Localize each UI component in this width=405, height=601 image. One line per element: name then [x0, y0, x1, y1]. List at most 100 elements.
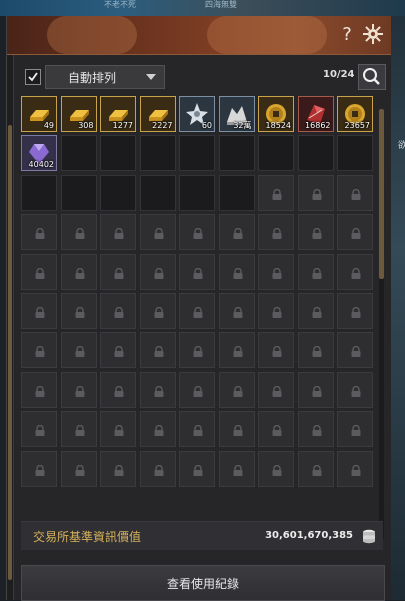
inventory-item-slot[interactable]: 23657 [337, 96, 373, 132]
locked-slot[interactable] [179, 214, 215, 251]
locked-slot[interactable] [297, 214, 334, 251]
help-button[interactable]: ? [337, 24, 357, 46]
locked-slot[interactable] [297, 411, 334, 448]
locked-slot[interactable] [100, 214, 136, 251]
locked-slot[interactable] [21, 371, 57, 408]
locked-slot[interactable] [60, 214, 97, 251]
empty-slot[interactable] [60, 174, 97, 211]
inventory-scrollbar[interactable] [379, 109, 384, 539]
scrollbar-thumb[interactable] [379, 109, 384, 279]
locked-slot[interactable] [139, 253, 176, 290]
locked-slot[interactable] [179, 292, 215, 329]
locked-slot[interactable] [258, 450, 294, 487]
locked-slot[interactable] [60, 411, 97, 448]
locked-slot[interactable] [21, 292, 57, 329]
locked-slot[interactable] [258, 332, 294, 369]
locked-slot[interactable] [179, 450, 215, 487]
locked-slot[interactable] [218, 253, 255, 290]
empty-slot[interactable] [337, 135, 373, 172]
inventory-item-slot[interactable]: 2227 [139, 96, 176, 132]
locked-slot[interactable] [21, 450, 57, 487]
locked-slot[interactable] [100, 411, 136, 448]
inventory-item-slot[interactable]: 32萬 [218, 96, 255, 132]
empty-slot[interactable] [218, 135, 255, 172]
inventory-item-slot[interactable]: 49 [21, 96, 57, 132]
locked-slot[interactable] [337, 214, 373, 251]
locked-slot[interactable] [100, 292, 136, 329]
locked-slot[interactable] [139, 371, 176, 408]
locked-slot[interactable] [21, 214, 57, 251]
locked-slot[interactable] [337, 253, 373, 290]
locked-slot[interactable] [337, 332, 373, 369]
auto-sort-checkbox[interactable] [25, 69, 41, 85]
empty-slot[interactable] [139, 174, 176, 211]
empty-slot[interactable] [100, 174, 136, 211]
locked-slot[interactable] [100, 253, 136, 290]
locked-slot[interactable] [100, 450, 136, 487]
empty-slot[interactable] [218, 174, 255, 211]
locked-slot[interactable] [297, 332, 334, 369]
empty-slot[interactable] [21, 174, 57, 211]
inventory-item-slot[interactable]: 1277 [100, 96, 136, 132]
locked-slot[interactable] [179, 411, 215, 448]
inventory-item-slot[interactable]: 16862 [297, 96, 334, 132]
locked-slot[interactable] [218, 450, 255, 487]
left-scrollbar[interactable] [7, 55, 14, 600]
empty-slot[interactable] [100, 135, 136, 172]
inventory-item-slot[interactable]: 308 [60, 96, 97, 132]
empty-slot[interactable] [60, 135, 97, 172]
search-button[interactable] [358, 64, 386, 90]
locked-slot[interactable] [21, 332, 57, 369]
locked-slot[interactable] [218, 292, 255, 329]
locked-slot[interactable] [60, 332, 97, 369]
locked-slot[interactable] [139, 450, 176, 487]
inventory-item-slot[interactable]: 18524 [258, 96, 294, 132]
locked-slot[interactable] [337, 450, 373, 487]
locked-slot[interactable] [258, 214, 294, 251]
locked-slot[interactable] [179, 253, 215, 290]
locked-slot[interactable] [21, 411, 57, 448]
locked-slot[interactable] [258, 174, 294, 211]
empty-slot[interactable] [139, 135, 176, 172]
locked-slot[interactable] [21, 253, 57, 290]
empty-slot[interactable] [297, 135, 334, 172]
locked-slot[interactable] [100, 371, 136, 408]
locked-slot[interactable] [258, 253, 294, 290]
locked-slot[interactable] [100, 332, 136, 369]
locked-slot[interactable] [139, 411, 176, 448]
view-history-button[interactable]: 查看使用紀錄 [21, 565, 385, 601]
locked-slot[interactable] [337, 174, 373, 211]
settings-button[interactable] [361, 22, 385, 46]
locked-slot[interactable] [258, 411, 294, 448]
locked-slot[interactable] [297, 292, 334, 329]
locked-slot[interactable] [258, 371, 294, 408]
locked-slot[interactable] [179, 371, 215, 408]
locked-slot[interactable] [337, 292, 373, 329]
locked-slot[interactable] [297, 450, 334, 487]
sort-dropdown[interactable]: 自動排列 [45, 65, 165, 89]
locked-slot[interactable] [218, 214, 255, 251]
locked-slot[interactable] [218, 371, 255, 408]
locked-slot[interactable] [218, 411, 255, 448]
locked-slot[interactable] [60, 292, 97, 329]
inventory-item-slot[interactable]: 40402 [21, 135, 57, 172]
empty-slot[interactable] [179, 174, 215, 211]
locked-slot[interactable] [139, 292, 176, 329]
locked-slot[interactable] [337, 411, 373, 448]
locked-slot[interactable] [297, 253, 334, 290]
locked-slot[interactable] [139, 332, 176, 369]
locked-slot[interactable] [218, 332, 255, 369]
locked-slot[interactable] [60, 450, 97, 487]
locked-slot[interactable] [337, 371, 373, 408]
locked-slot[interactable] [258, 292, 294, 329]
title-bar[interactable]: ? [7, 16, 391, 55]
locked-slot[interactable] [139, 214, 176, 251]
locked-slot[interactable] [297, 371, 334, 408]
inventory-item-slot[interactable]: 60 [179, 96, 215, 132]
locked-slot[interactable] [179, 332, 215, 369]
locked-slot[interactable] [297, 174, 334, 211]
locked-slot[interactable] [60, 371, 97, 408]
empty-slot[interactable] [258, 135, 294, 172]
empty-slot[interactable] [179, 135, 215, 172]
locked-slot[interactable] [60, 253, 97, 290]
